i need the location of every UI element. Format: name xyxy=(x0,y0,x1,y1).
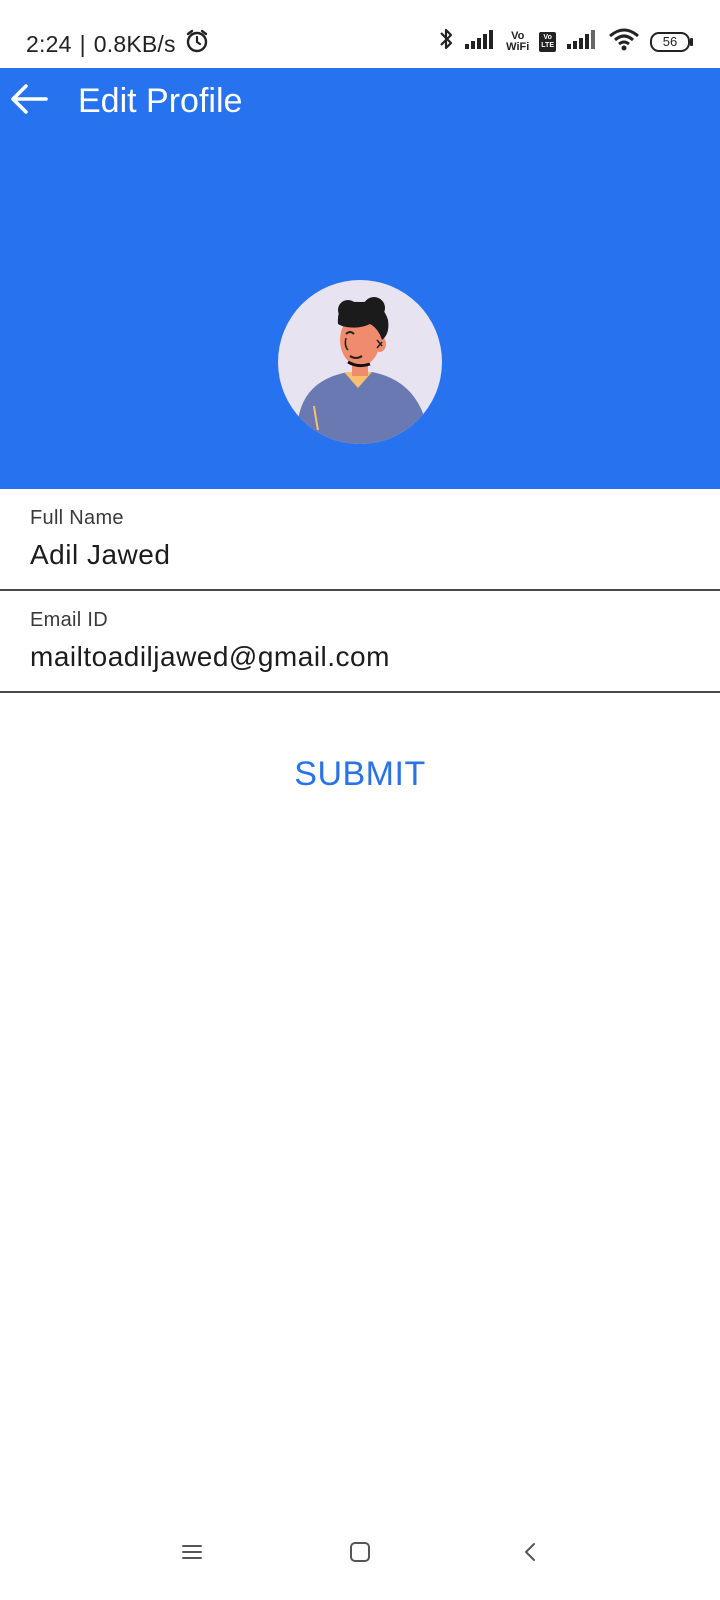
alarm-icon xyxy=(184,28,210,60)
recent-apps-button[interactable] xyxy=(162,1534,222,1574)
home-button[interactable] xyxy=(330,1534,390,1574)
status-bar: 2:24 | 0.8KB/s Vo WiFi Vo LTE 56 xyxy=(0,0,720,68)
bluetooth-icon xyxy=(438,26,454,57)
volte-icon: Vo LTE xyxy=(539,31,556,52)
email-value[interactable]: mailtoadiljawed@gmail.com xyxy=(30,641,390,673)
back-icon xyxy=(522,1541,538,1568)
status-left: 2:24 | 0.8KB/s xyxy=(26,28,210,60)
nav-back-button[interactable] xyxy=(500,1534,560,1574)
wifi-icon xyxy=(608,27,640,56)
status-separator: | xyxy=(79,30,86,57)
signal-icon xyxy=(464,28,496,55)
menu-icon xyxy=(181,1543,203,1566)
vowifi-icon: Vo WiFi xyxy=(506,29,530,53)
submit-button[interactable]: SUBMIT xyxy=(260,744,460,804)
avatar[interactable] xyxy=(278,280,442,444)
email-field[interactable]: Email ID mailtoadiljawed@gmail.com xyxy=(0,591,720,693)
network-speed: 0.8KB/s xyxy=(93,30,176,57)
status-right: Vo WiFi Vo LTE 56 xyxy=(438,26,693,57)
battery-icon: 56 xyxy=(650,31,693,52)
full-name-field[interactable]: Full Name Adil Jawed xyxy=(0,489,720,591)
edit-profile-screen: 2:24 | 0.8KB/s Vo WiFi Vo LTE 56 Edit Pr… xyxy=(0,0,720,1600)
vowifi-top: Vo xyxy=(511,29,525,42)
full-name-label: Full Name xyxy=(30,507,124,529)
signal-icon xyxy=(566,28,598,55)
profile-header: Edit Profile xyxy=(0,68,720,489)
email-label: Email ID xyxy=(30,609,108,631)
back-button[interactable] xyxy=(6,78,52,124)
navigation-bar xyxy=(0,1520,720,1600)
page-title: Edit Profile xyxy=(78,82,243,120)
home-icon xyxy=(349,1541,371,1568)
vowifi-bottom: WiFi xyxy=(506,40,530,53)
arrow-left-icon xyxy=(10,83,48,120)
full-name-value[interactable]: Adil Jawed xyxy=(30,539,170,571)
avatar-illustration xyxy=(298,297,426,444)
status-time: 2:24 xyxy=(26,30,72,57)
